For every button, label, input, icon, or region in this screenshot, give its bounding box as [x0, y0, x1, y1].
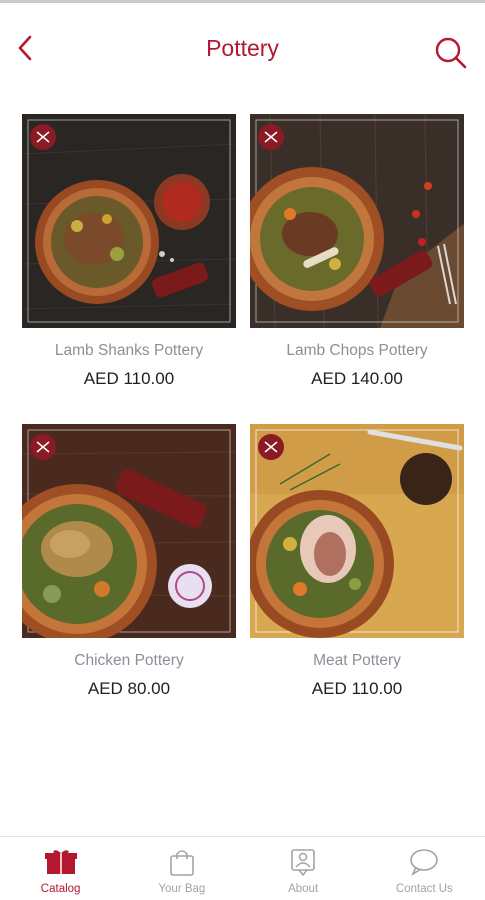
page-title: Pottery — [206, 35, 279, 61]
product-name: Lamb Chops Pottery — [286, 342, 428, 359]
bottom-tab-bar: Catalog Your Bag About Contact Us — [0, 836, 485, 900]
product-name: Chicken Pottery — [74, 652, 184, 669]
product-card-lamb-chops[interactable]: Lamb Chops Pottery AED 140.00 — [250, 114, 464, 388]
product-name: Meat Pottery — [313, 652, 401, 669]
search-icon — [435, 37, 467, 69]
tab-contact-us[interactable]: Contact Us — [364, 837, 485, 900]
tab-catalog[interactable]: Catalog — [0, 837, 121, 900]
product-image — [22, 424, 236, 638]
bag-icon — [170, 850, 194, 876]
product-price: AED 110.00 — [311, 679, 403, 698]
about-icon — [291, 849, 315, 876]
product-card-meat[interactable]: Meat Pottery AED 110.00 — [250, 424, 464, 698]
top-bar: Pottery — [0, 3, 485, 93]
product-price: AED 110.00 — [83, 369, 175, 388]
tab-label: Your Bag — [158, 883, 206, 895]
tab-label: About — [288, 883, 319, 895]
product-image — [250, 114, 464, 328]
tab-your-bag[interactable]: Your Bag — [121, 837, 242, 900]
product-image — [22, 114, 236, 328]
product-price: AED 80.00 — [87, 679, 171, 698]
chat-icon — [410, 849, 439, 876]
tab-label: Contact Us — [395, 883, 453, 895]
search-button[interactable] — [431, 33, 471, 73]
product-card-chicken[interactable]: Chicken Pottery AED 80.00 — [22, 424, 236, 698]
product-price: AED 140.00 — [311, 369, 403, 388]
catalog-icon — [44, 850, 77, 874]
product-image — [250, 424, 464, 638]
product-card-lamb-shanks[interactable]: Lamb Shanks Pottery AED 110.00 — [22, 114, 236, 388]
product-name: Lamb Shanks Pottery — [54, 342, 204, 359]
tab-about[interactable]: About — [243, 837, 364, 900]
tab-label: Catalog — [40, 883, 81, 895]
